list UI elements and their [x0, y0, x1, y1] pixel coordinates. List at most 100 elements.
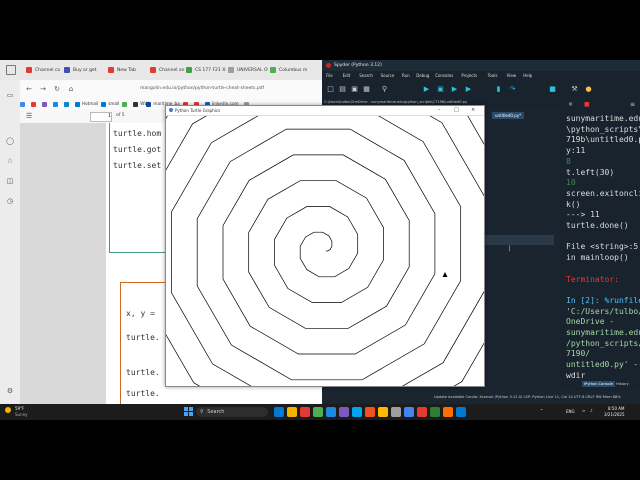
run-cell-icon[interactable]: ▶	[450, 85, 459, 94]
bookmark-item[interactable]	[31, 99, 38, 108]
taskbar-app-icon[interactable]	[313, 407, 323, 417]
find-icon[interactable]: ⚲	[380, 85, 389, 94]
tab-actions-icon[interactable]	[6, 65, 16, 75]
taskbar-app-icon[interactable]	[378, 407, 388, 417]
menu-item[interactable]: Consoles	[435, 71, 453, 80]
bookmark-item[interactable]	[20, 99, 27, 108]
stop-console-icon[interactable]: ■	[584, 101, 590, 108]
run-selection-icon[interactable]: ▶	[464, 85, 473, 94]
ipython-console[interactable]: × ■ ≡ sunymaritime.edu \python_scripts\C 7…	[560, 100, 640, 390]
minimize-icon[interactable]: –	[438, 106, 441, 115]
taskbar-search[interactable]: ⚲ Search	[196, 407, 268, 417]
stop-icon[interactable]: ■	[548, 85, 557, 94]
clock-icon[interactable]: ◷	[5, 196, 15, 206]
editor-tab[interactable]: untitled0.py*	[492, 112, 525, 119]
close-icon[interactable]: ×	[471, 106, 475, 115]
turtle-window-title: Python Turtle Graphics	[175, 108, 221, 113]
apps-icon[interactable]: ◫	[5, 176, 15, 186]
menu-icon[interactable]: ☰	[26, 112, 32, 120]
turtle-graphics-window[interactable]: Python Turtle Graphics – □ ×	[165, 105, 485, 387]
tab-label: Columbus m	[279, 68, 308, 73]
options-icon[interactable]: ≡	[630, 101, 635, 108]
console-line: OneDrive -	[566, 317, 615, 327]
wifi-icon[interactable]: ≈	[582, 408, 585, 413]
browser-tab[interactable]: Channel co	[26, 65, 66, 76]
taskbar-app-icon[interactable]	[456, 407, 466, 417]
menu-item[interactable]: Run	[402, 71, 410, 80]
tab-label: New Tab	[117, 68, 136, 73]
taskbar-app-icon[interactable]	[430, 407, 440, 417]
taskbar-app-icon[interactable]	[365, 407, 375, 417]
save-icon[interactable]: ▣	[350, 85, 359, 94]
menu-item[interactable]: Source	[381, 71, 395, 80]
taskbar-app-icon[interactable]	[443, 407, 453, 417]
bookmark-item[interactable]: small	[101, 99, 119, 108]
menu-item[interactable]: Search	[359, 71, 373, 80]
taskbar-app-icon[interactable]	[417, 407, 427, 417]
taskbar-app-icon[interactable]	[300, 407, 310, 417]
browser-tab[interactable]: Columbus m	[270, 65, 310, 76]
tabs-icon[interactable]: ▭	[5, 90, 15, 100]
bookmark-favicon-icon	[133, 101, 139, 107]
run-icon[interactable]: ▶	[422, 85, 431, 94]
forward-icon[interactable]: →	[38, 84, 48, 94]
browser-tab[interactable]: CS 177 F21 X-Arr	[186, 65, 226, 76]
menu-item[interactable]: Debug	[416, 71, 429, 80]
home-icon[interactable]: ⌂	[66, 84, 76, 94]
new-file-icon[interactable]: □	[326, 85, 335, 94]
bookmark-item[interactable]	[122, 99, 129, 108]
weather-icon[interactable]	[5, 407, 11, 413]
code-box-lower	[120, 282, 169, 404]
debug-icon[interactable]: ▮	[494, 85, 503, 94]
bookmark-item[interactable]	[64, 99, 71, 108]
bookmark-icon[interactable]: ☆	[5, 156, 15, 166]
taskbar-app-icon[interactable]	[339, 407, 349, 417]
settings-icon[interactable]: ⚙	[5, 386, 15, 396]
browser-tab[interactable]: Buy or get	[64, 65, 104, 76]
clock-time[interactable]: 8:50 AM	[608, 406, 624, 411]
python-icon[interactable]: ●	[584, 85, 593, 94]
taskbar-app-icon[interactable]	[274, 407, 284, 417]
taskbar-app-icon[interactable]	[352, 407, 362, 417]
history-icon[interactable]: ◯	[5, 136, 15, 146]
page-number-input[interactable]: 1	[90, 112, 112, 122]
start-icon[interactable]	[184, 407, 193, 416]
browser-tab[interactable]: Channel an	[150, 65, 190, 76]
language-indicator[interactable]: ENG	[566, 409, 575, 414]
page-total: of 5	[116, 113, 125, 118]
back-icon[interactable]: ←	[24, 84, 34, 94]
browser-tab[interactable]: New Tab	[108, 65, 148, 76]
taskbar-app-icon[interactable]	[391, 407, 401, 417]
menu-item[interactable]: Projects	[461, 71, 477, 80]
menu-item[interactable]: File	[326, 71, 333, 80]
menu-item[interactable]: Tools	[488, 71, 498, 80]
url-field[interactable]: mangolin.edu.io/python/python-turtle-che…	[140, 84, 290, 93]
bookmark-item[interactable]: Hotmail	[75, 99, 98, 108]
bookmark-item[interactable]	[42, 99, 49, 108]
menu-item[interactable]: Help	[523, 71, 532, 80]
open-file-icon[interactable]: ▤	[338, 85, 347, 94]
console-tab[interactable]: IPython Console	[582, 381, 615, 387]
refresh-icon[interactable]: ↻	[52, 84, 62, 94]
taskbar-app-icon[interactable]	[287, 407, 297, 417]
menu-item[interactable]: Edit	[343, 71, 351, 80]
wrench-icon[interactable]: ⚒	[570, 85, 579, 94]
close-console-icon[interactable]: ×	[568, 101, 573, 108]
console-line: 8	[566, 156, 571, 166]
weather-temp[interactable]: 59°F	[15, 406, 24, 411]
step-icon[interactable]: ↷	[508, 85, 517, 94]
menu-item[interactable]: View	[507, 71, 517, 80]
console-line: in mainloop()	[566, 253, 629, 263]
run-file-icon[interactable]: ▣	[436, 85, 445, 94]
browser-tab[interactable]: UNIVERSAL OUT	[228, 65, 268, 76]
clock-date[interactable]: 3/21/2025	[604, 412, 625, 417]
maximize-icon[interactable]: □	[454, 106, 459, 115]
taskbar-app-icon[interactable]	[404, 407, 414, 417]
save-all-icon[interactable]: ▦	[362, 85, 371, 94]
taskbar-app-icon[interactable]	[326, 407, 336, 417]
bookmark-item[interactable]	[53, 99, 60, 108]
console-line: sunymaritime.edu	[566, 328, 640, 337]
history-tab[interactable]: History	[614, 381, 631, 387]
tray-chevron-icon[interactable]: ⌃	[540, 408, 543, 413]
volume-icon[interactable]: ♪	[590, 408, 593, 413]
